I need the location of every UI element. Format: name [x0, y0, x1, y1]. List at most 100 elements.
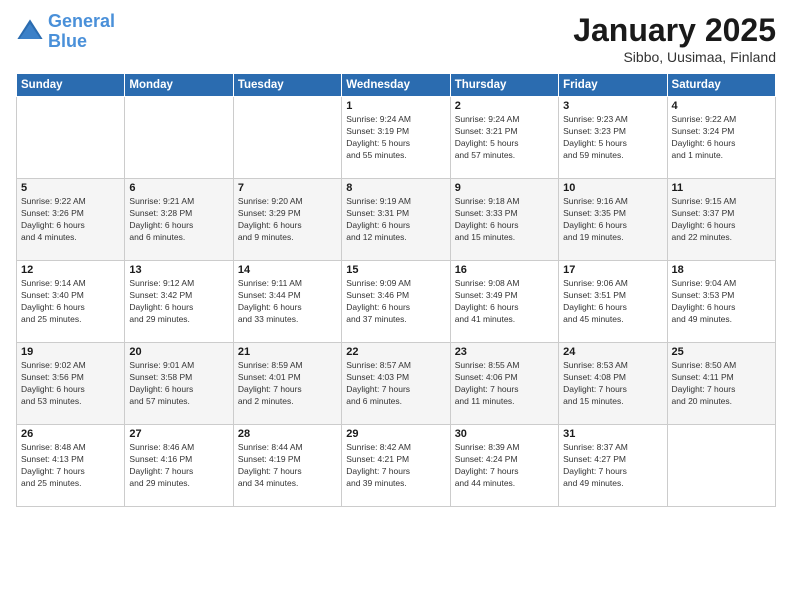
logo-icon [16, 18, 44, 46]
calendar-day-cell: 13 Sunrise: 9:12 AM Sunset: 3:42 PM Dayli… [125, 261, 233, 343]
calendar-day-cell: 14Sunrise: 9:11 AM Sunset: 3:44 PM Dayli… [233, 261, 341, 343]
day-info: Sunrise: 9:01 AM Sunset: 3:58 PM Dayligh… [129, 360, 228, 408]
calendar-day-cell: 27Sunrise: 8:46 AM Sunset: 4:16 PM Dayli… [125, 425, 233, 507]
day-number: 13 [129, 264, 228, 276]
day-number: 22 [346, 346, 445, 358]
day-info: Sunrise: 9:02 AM Sunset: 3:56 PM Dayligh… [21, 360, 120, 408]
calendar-day-cell: 20Sunrise: 9:01 AM Sunset: 3:58 PM Dayli… [125, 343, 233, 425]
logo-line2: Blue [48, 31, 87, 51]
day-number: 6 [129, 182, 228, 194]
calendar-day-cell [233, 97, 341, 179]
location-subtitle: Sibbo, Uusimaa, Finland [573, 49, 776, 65]
day-number: 31 [563, 428, 662, 440]
day-info: Sunrise: 9:06 AM Sunset: 3:51 PM Dayligh… [563, 278, 662, 326]
day-number: 15 [346, 264, 445, 276]
day-info: Sunrise: 9:19 AM Sunset: 3:31 PM Dayligh… [346, 196, 445, 244]
day-number: 12 [21, 264, 120, 276]
day-info: Sunrise: 8:48 AM Sunset: 4:13 PM Dayligh… [21, 442, 120, 490]
day-number: 21 [238, 346, 337, 358]
calendar-day-cell: 25 Sunrise: 8:50 AM Sunset: 4:11 PM Dayli… [667, 343, 775, 425]
calendar-day-cell: 19 Sunrise: 9:02 AM Sunset: 3:56 PM Dayli… [17, 343, 125, 425]
calendar-day-cell [17, 97, 125, 179]
calendar-day-cell: 1Sunrise: 9:24 AM Sunset: 3:19 PM Daylig… [342, 97, 450, 179]
day-info: Sunrise: 9:04 AM Sunset: 3:53 PM Dayligh… [672, 278, 771, 326]
day-info: Sunrise: 9:16 AM Sunset: 3:35 PM Dayligh… [563, 196, 662, 244]
calendar-day-cell: 11 Sunrise: 9:15 AM Sunset: 3:37 PM Dayli… [667, 179, 775, 261]
calendar-day-cell: 22Sunrise: 8:57 AM Sunset: 4:03 PM Dayli… [342, 343, 450, 425]
day-info: Sunrise: 8:46 AM Sunset: 4:16 PM Dayligh… [129, 442, 228, 490]
page-container: General Blue January 2025 Sibbo, Uusimaa… [0, 0, 792, 612]
day-info: Sunrise: 9:21 AM Sunset: 3:28 PM Dayligh… [129, 196, 228, 244]
col-tuesday: Tuesday [233, 74, 341, 97]
calendar-table: Sunday Monday Tuesday Wednesday Thursday… [16, 73, 776, 507]
logo-line1: General [48, 11, 115, 31]
col-friday: Friday [559, 74, 667, 97]
calendar-day-cell: 7 Sunrise: 9:20 AM Sunset: 3:29 PM Daylig… [233, 179, 341, 261]
day-info: Sunrise: 8:53 AM Sunset: 4:08 PM Dayligh… [563, 360, 662, 408]
calendar-day-cell: 6 Sunrise: 9:21 AM Sunset: 3:28 PM Daylig… [125, 179, 233, 261]
calendar-day-cell: 16 Sunrise: 9:08 AM Sunset: 3:49 PM Dayli… [450, 261, 558, 343]
calendar-day-cell: 2Sunrise: 9:24 AM Sunset: 3:21 PM Daylig… [450, 97, 558, 179]
day-info: Sunrise: 9:08 AM Sunset: 3:49 PM Dayligh… [455, 278, 554, 326]
day-number: 3 [563, 100, 662, 112]
day-number: 11 [672, 182, 771, 194]
calendar-day-cell: 31Sunrise: 8:37 AM Sunset: 4:27 PM Dayli… [559, 425, 667, 507]
day-info: Sunrise: 9:18 AM Sunset: 3:33 PM Dayligh… [455, 196, 554, 244]
day-info: Sunrise: 8:59 AM Sunset: 4:01 PM Dayligh… [238, 360, 337, 408]
calendar-day-cell: 29 Sunrise: 8:42 AM Sunset: 4:21 PM Dayli… [342, 425, 450, 507]
calendar-week-row: 19 Sunrise: 9:02 AM Sunset: 3:56 PM Dayli… [17, 343, 776, 425]
day-info: Sunrise: 9:15 AM Sunset: 3:37 PM Dayligh… [672, 196, 771, 244]
calendar-day-cell: 10 Sunrise: 9:16 AM Sunset: 3:35 PM Dayli… [559, 179, 667, 261]
col-thursday: Thursday [450, 74, 558, 97]
logo: General Blue [16, 12, 115, 52]
day-number: 14 [238, 264, 337, 276]
calendar-week-row: 1Sunrise: 9:24 AM Sunset: 3:19 PM Daylig… [17, 97, 776, 179]
day-number: 19 [21, 346, 120, 358]
day-number: 30 [455, 428, 554, 440]
day-info: Sunrise: 8:39 AM Sunset: 4:24 PM Dayligh… [455, 442, 554, 490]
calendar-week-row: 5Sunrise: 9:22 AM Sunset: 3:26 PM Daylig… [17, 179, 776, 261]
day-info: Sunrise: 8:50 AM Sunset: 4:11 PM Dayligh… [672, 360, 771, 408]
page-header: General Blue January 2025 Sibbo, Uusimaa… [16, 12, 776, 65]
day-number: 26 [21, 428, 120, 440]
day-number: 29 [346, 428, 445, 440]
day-number: 10 [563, 182, 662, 194]
day-info: Sunrise: 9:23 AM Sunset: 3:23 PM Dayligh… [563, 114, 662, 162]
calendar-day-cell: 17Sunrise: 9:06 AM Sunset: 3:51 PM Dayli… [559, 261, 667, 343]
calendar-day-cell: 8Sunrise: 9:19 AM Sunset: 3:31 PM Daylig… [342, 179, 450, 261]
day-info: Sunrise: 9:14 AM Sunset: 3:40 PM Dayligh… [21, 278, 120, 326]
day-number: 24 [563, 346, 662, 358]
day-info: Sunrise: 9:22 AM Sunset: 3:24 PM Dayligh… [672, 114, 771, 162]
calendar-day-cell: 15 Sunrise: 9:09 AM Sunset: 3:46 PM Dayli… [342, 261, 450, 343]
day-number: 1 [346, 100, 445, 112]
col-saturday: Saturday [667, 74, 775, 97]
day-info: Sunrise: 8:44 AM Sunset: 4:19 PM Dayligh… [238, 442, 337, 490]
day-info: Sunrise: 9:20 AM Sunset: 3:29 PM Dayligh… [238, 196, 337, 244]
calendar-day-cell: 18Sunrise: 9:04 AM Sunset: 3:53 PM Dayli… [667, 261, 775, 343]
day-number: 2 [455, 100, 554, 112]
calendar-day-cell [125, 97, 233, 179]
day-number: 28 [238, 428, 337, 440]
day-number: 25 [672, 346, 771, 358]
calendar-day-cell: 30 Sunrise: 8:39 AM Sunset: 4:24 PM Dayli… [450, 425, 558, 507]
day-info: Sunrise: 9:22 AM Sunset: 3:26 PM Dayligh… [21, 196, 120, 244]
calendar-week-row: 12 Sunrise: 9:14 AM Sunset: 3:40 PM Dayli… [17, 261, 776, 343]
calendar-day-cell: 28 Sunrise: 8:44 AM Sunset: 4:19 PM Dayli… [233, 425, 341, 507]
calendar-day-cell: 26 Sunrise: 8:48 AM Sunset: 4:13 PM Dayli… [17, 425, 125, 507]
calendar-day-cell: 21 Sunrise: 8:59 AM Sunset: 4:01 PM Dayli… [233, 343, 341, 425]
col-monday: Monday [125, 74, 233, 97]
day-info: Sunrise: 8:42 AM Sunset: 4:21 PM Dayligh… [346, 442, 445, 490]
day-number: 16 [455, 264, 554, 276]
logo-text: General Blue [48, 12, 115, 52]
calendar-header-row: Sunday Monday Tuesday Wednesday Thursday… [17, 74, 776, 97]
calendar-day-cell: 3 Sunrise: 9:23 AM Sunset: 3:23 PM Daylig… [559, 97, 667, 179]
calendar-day-cell [667, 425, 775, 507]
day-info: Sunrise: 9:12 AM Sunset: 3:42 PM Dayligh… [129, 278, 228, 326]
calendar-day-cell: 4Sunrise: 9:22 AM Sunset: 3:24 PM Daylig… [667, 97, 775, 179]
calendar-day-cell: 23Sunrise: 8:55 AM Sunset: 4:06 PM Dayli… [450, 343, 558, 425]
col-wednesday: Wednesday [342, 74, 450, 97]
title-block: January 2025 Sibbo, Uusimaa, Finland [573, 12, 776, 65]
day-number: 7 [238, 182, 337, 194]
day-info: Sunrise: 9:09 AM Sunset: 3:46 PM Dayligh… [346, 278, 445, 326]
calendar-day-cell: 24 Sunrise: 8:53 AM Sunset: 4:08 PM Dayli… [559, 343, 667, 425]
